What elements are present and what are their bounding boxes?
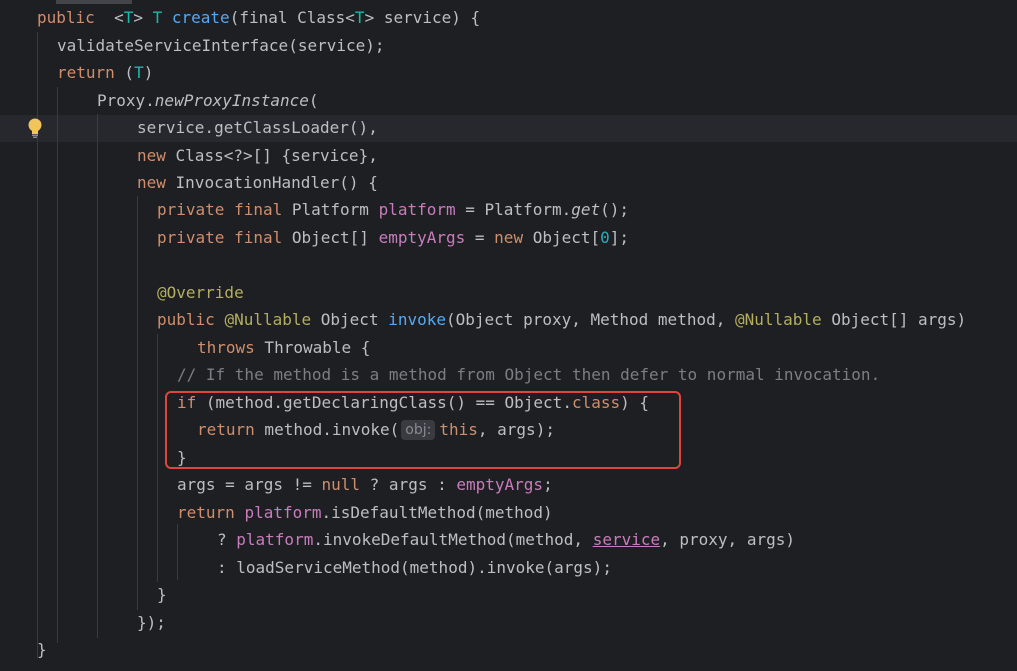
- code-token: T: [354, 8, 365, 27]
- code-token: @Nullable: [734, 310, 822, 329]
- code-token: Proxy.: [97, 91, 155, 110]
- code-token: });: [137, 613, 166, 632]
- code-token: = Platform.: [455, 200, 572, 219]
- code-line-1[interactable]: public <T> T create(final Class<T> servi…: [37, 4, 480, 31]
- code-token: }: [157, 585, 167, 604]
- code-token: platform: [244, 503, 322, 522]
- code-token: }: [37, 640, 47, 659]
- code-token: new: [137, 173, 166, 192]
- code-token: service.getClassLoader(),: [137, 118, 378, 137]
- code-line-24[interactable]: }: [37, 636, 47, 663]
- code-token: ?: [217, 530, 237, 549]
- indent-guide: [57, 87, 58, 643]
- code-token: return: [177, 503, 235, 522]
- code-line-23[interactable]: });: [137, 609, 166, 636]
- code-token: T: [134, 63, 144, 82]
- code-token: return: [57, 63, 115, 82]
- indent-guide: [177, 524, 178, 580]
- code-token: // If the method is a method from Object…: [177, 365, 881, 384]
- code-token: Object[] args): [821, 310, 967, 329]
- code-token: public: [157, 310, 215, 329]
- indent-guide: [157, 334, 158, 582]
- indent-guide: [97, 114, 98, 638]
- code-line-6[interactable]: new Class<?>[] {service},: [137, 142, 378, 169]
- code-token: InvocationHandler() {: [165, 173, 378, 192]
- code-token: @Nullable: [224, 310, 312, 329]
- code-token: get: [571, 200, 601, 219]
- code-token: : loadServiceMethod(method).invoke(args)…: [217, 558, 612, 577]
- code-token: service: [592, 530, 661, 549]
- code-token: (: [114, 63, 135, 82]
- code-token: null: [321, 475, 361, 494]
- code-token: ();: [600, 200, 630, 219]
- code-line-13[interactable]: throws Throwable {: [197, 334, 370, 361]
- code-token: emptyArgs: [456, 475, 544, 494]
- code-line-20[interactable]: ? platform.invokeDefaultMethod(method, s…: [217, 526, 795, 553]
- code-token: ];: [609, 228, 630, 247]
- code-token: Object[: [523, 228, 601, 247]
- code-line-2[interactable]: validateServiceInterface(service);: [57, 32, 385, 59]
- code-token: ): [143, 63, 154, 82]
- code-token: > service) {: [364, 8, 481, 27]
- code-token: (final Class<: [229, 8, 355, 27]
- code-token: Object[]: [282, 228, 379, 247]
- code-token: (Object proxy, Method method,: [446, 310, 735, 329]
- code-token: @Override: [157, 283, 244, 302]
- code-token: Platform: [282, 200, 379, 219]
- code-token: Class<?>[] {service},: [165, 146, 378, 165]
- code-line-21[interactable]: : loadServiceMethod(method).invoke(args)…: [217, 554, 612, 581]
- code-line-9[interactable]: private final Object[] emptyArgs = new O…: [157, 224, 629, 251]
- code-token: args = args !=: [177, 475, 322, 494]
- code-line-3[interactable]: return (T): [57, 59, 153, 86]
- lightbulb-icon[interactable]: [26, 117, 44, 139]
- code-token: .isDefaultMethod(method): [321, 503, 553, 522]
- code-token: throws: [197, 338, 255, 357]
- code-line-11[interactable]: @Override: [157, 279, 244, 306]
- code-token: T: [123, 8, 134, 27]
- code-token: , proxy, args): [660, 530, 795, 549]
- code-token: create: [171, 8, 230, 27]
- code-token: ;: [543, 475, 553, 494]
- code-line-18[interactable]: args = args != null ? args : emptyArgs;: [177, 471, 553, 498]
- code-token: public: [37, 8, 95, 27]
- code-token: =: [465, 228, 495, 247]
- code-line-4[interactable]: Proxy.newProxyInstance(: [97, 87, 319, 114]
- code-token: new: [137, 146, 166, 165]
- code-token: platform: [378, 200, 456, 219]
- code-token: ? args :: [360, 475, 457, 494]
- code-token: .invokeDefaultMethod(method,: [313, 530, 593, 549]
- code-token: platform: [236, 530, 314, 549]
- code-token: emptyArgs: [378, 228, 466, 247]
- code-line-19[interactable]: return platform.isDefaultMethod(method): [177, 499, 553, 526]
- code-token: T: [152, 8, 163, 27]
- code-line-5[interactable]: service.getClassLoader(),: [137, 114, 378, 141]
- code-line-22[interactable]: }: [157, 581, 167, 608]
- code-line-8[interactable]: private final Platform platform = Platfo…: [157, 196, 629, 223]
- indent-guide: [137, 196, 138, 610]
- code-line-7[interactable]: new InvocationHandler() {: [137, 169, 378, 196]
- code-token: Throwable {: [254, 338, 371, 357]
- code-token: private final: [157, 200, 283, 219]
- code-line-14[interactable]: // If the method is a method from Object…: [177, 361, 880, 388]
- code-token: validateServiceInterface(service);: [57, 36, 385, 55]
- code-token: new: [494, 228, 524, 247]
- code-token: (: [308, 91, 319, 110]
- code-token: newProxyInstance: [154, 91, 309, 110]
- code-token: private final: [157, 228, 283, 247]
- code-token: <: [94, 8, 124, 27]
- code-token: 0: [600, 228, 610, 247]
- code-token: >: [133, 8, 153, 27]
- code-token: Object: [311, 310, 389, 329]
- highlight-annotation-box: [165, 391, 681, 469]
- code-token: invoke: [388, 310, 446, 329]
- code-line-12[interactable]: public @Nullable Object invoke(Object pr…: [157, 306, 966, 333]
